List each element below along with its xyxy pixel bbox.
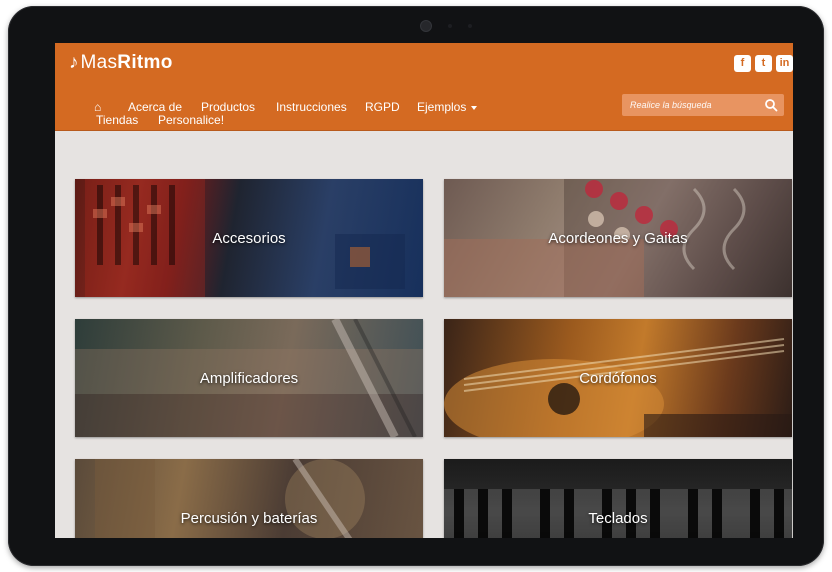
sensor-icon [468,24,472,28]
category-tile-percusion-y-baterias[interactable]: Percusión y baterías [75,459,423,538]
search-input[interactable] [622,94,768,116]
category-label: Teclados [588,509,648,527]
search-box [622,94,784,116]
camera-icon [420,20,432,32]
brand-name-part1: Mas [80,52,118,73]
nav-item-personalice[interactable]: Personalice! [158,113,224,128]
nav-item-rgpd[interactable]: RGPD [365,100,400,115]
social-links: f t in [734,55,793,72]
nav-item-tiendas[interactable]: Tiendas [96,113,138,128]
brand-name-part2: Ritmo [117,52,173,73]
category-tile-teclados[interactable]: Teclados [444,459,792,538]
search-icon[interactable] [764,98,778,112]
nav-item-instrucciones[interactable]: Instrucciones [276,100,347,115]
category-tile-cordofonos[interactable]: Cordófonos [444,319,792,437]
category-label: Percusión y baterías [180,509,318,527]
category-tile-acordeones-y-gaitas[interactable]: Acordeones y Gaitas [444,179,792,297]
twitter-icon[interactable]: t [755,55,772,72]
site-logo[interactable]: ♪ Mas Ritmo [69,51,173,75]
site-header: ♪ Mas Ritmo f t in ⌂ Acerca de Productos… [55,43,793,131]
category-tile-amplificadores[interactable]: Amplificadores [75,319,423,437]
category-label: Cordófonos [579,369,657,387]
tablet-device: ♪ Mas Ritmo f t in ⌂ Acerca de Productos… [8,6,824,566]
category-label: Acordeones y Gaitas [548,229,688,247]
music-note-icon: ♪ [69,52,79,73]
browser-screen: ♪ Mas Ritmo f t in ⌂ Acerca de Productos… [55,43,793,538]
nav-item-ejemplos[interactable]: Ejemplos [417,100,478,115]
chevron-down-icon [471,105,478,110]
facebook-icon[interactable]: f [734,55,751,72]
category-label: Accesorios [212,229,286,247]
nav-item-ejemplos-label: Ejemplos [417,100,467,114]
category-label: Amplificadores [199,369,299,387]
category-tile-accesorios[interactable]: Accesorios [75,179,423,297]
linkedin-icon[interactable]: in [776,55,793,72]
sensor-icon [448,24,452,28]
